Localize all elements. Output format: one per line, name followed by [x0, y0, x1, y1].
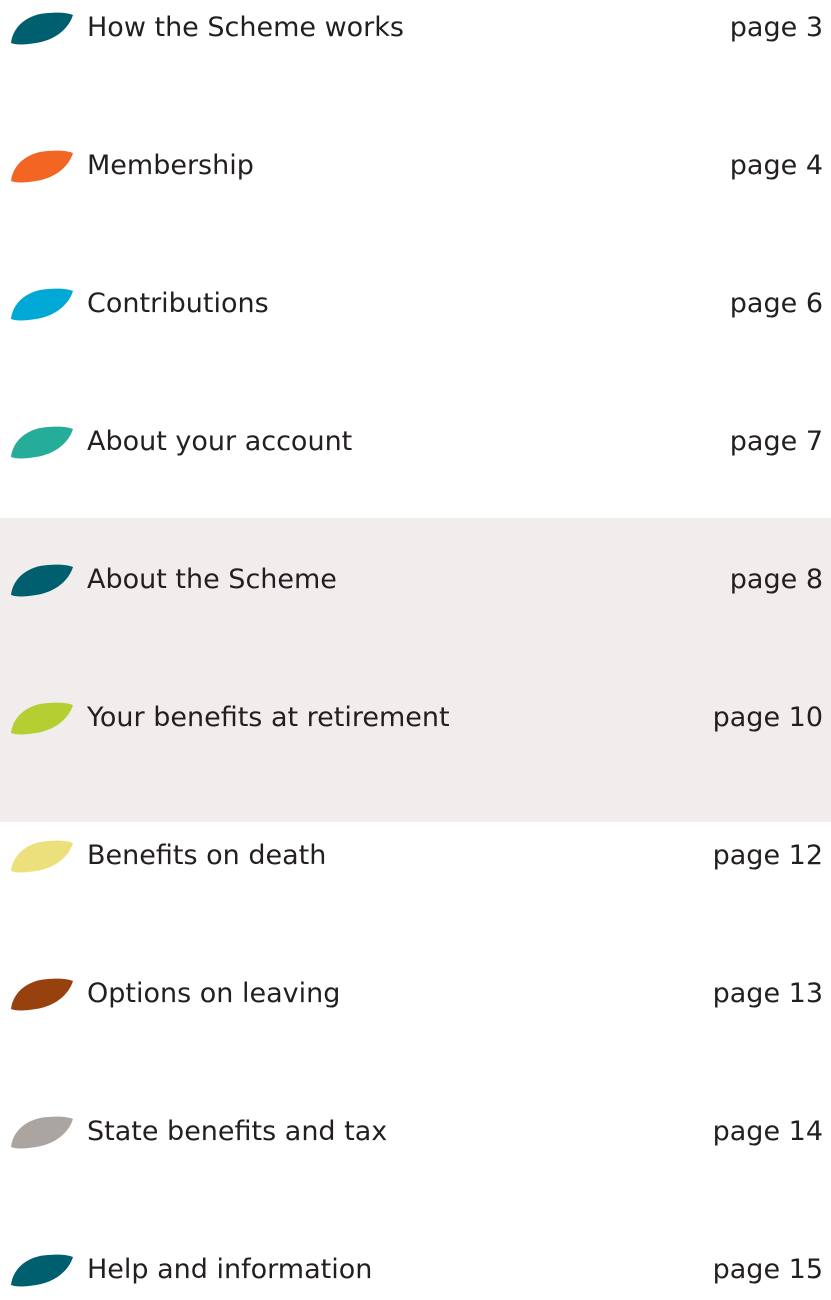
toc-item[interactable]: Your benefits at retirement page 10 [0, 688, 831, 748]
toc-item[interactable]: About your account page 7 [0, 412, 831, 472]
leaf-icon [8, 286, 74, 322]
toc-item[interactable]: Help and information page 15 [0, 1240, 831, 1300]
toc-item-title: Help and information [87, 1254, 373, 1285]
toc-item-page: page 10 [712, 702, 823, 733]
toc-item-page: page 4 [729, 150, 823, 181]
toc-item-title: State benefits and tax [87, 1116, 388, 1147]
leaf-icon [8, 10, 74, 46]
toc-item-page: page 15 [712, 1254, 823, 1285]
leaf-icon [8, 424, 74, 460]
table-of-contents: How the Scheme works page 3 Membership page… [0, 0, 831, 1290]
toc-item-title: About your account [87, 426, 353, 457]
toc-item[interactable]: About the Scheme page 8 [0, 550, 831, 610]
leaf-icon [8, 148, 74, 184]
leaf-icon [8, 1252, 74, 1288]
toc-item-title: Options on leaving [87, 978, 341, 1009]
toc-item-page: page 8 [729, 564, 823, 595]
toc-item-title: How the Scheme works [87, 12, 404, 43]
toc-item-title: Your benefits at retirement [87, 702, 450, 733]
leaf-icon [8, 1114, 74, 1150]
toc-item-title: Benefits on death [87, 840, 327, 871]
toc-item-page: page 13 [712, 978, 823, 1009]
toc-item-page: page 12 [712, 840, 823, 871]
leaf-icon [8, 700, 74, 736]
toc-item-page: page 7 [729, 426, 823, 457]
toc-item[interactable]: Benefits on death page 12 [0, 826, 831, 886]
toc-item-title: About the Scheme [87, 564, 337, 595]
toc-item-title: Membership [87, 150, 254, 181]
toc-item[interactable]: How the Scheme works page 3 [0, 0, 831, 58]
toc-item[interactable]: Options on leaving page 13 [0, 964, 831, 1024]
toc-item-page: page 6 [729, 288, 823, 319]
toc-item-page: page 3 [729, 12, 823, 43]
toc-item[interactable]: State benefits and tax page 14 [0, 1102, 831, 1162]
leaf-icon [8, 838, 74, 874]
toc-item-title: Contributions [87, 288, 269, 319]
leaf-icon [8, 976, 74, 1012]
toc-item-page: page 14 [712, 1116, 823, 1147]
toc-item[interactable]: Contributions page 6 [0, 274, 831, 334]
leaf-icon [8, 562, 74, 598]
toc-item[interactable]: Membership page 4 [0, 136, 831, 196]
